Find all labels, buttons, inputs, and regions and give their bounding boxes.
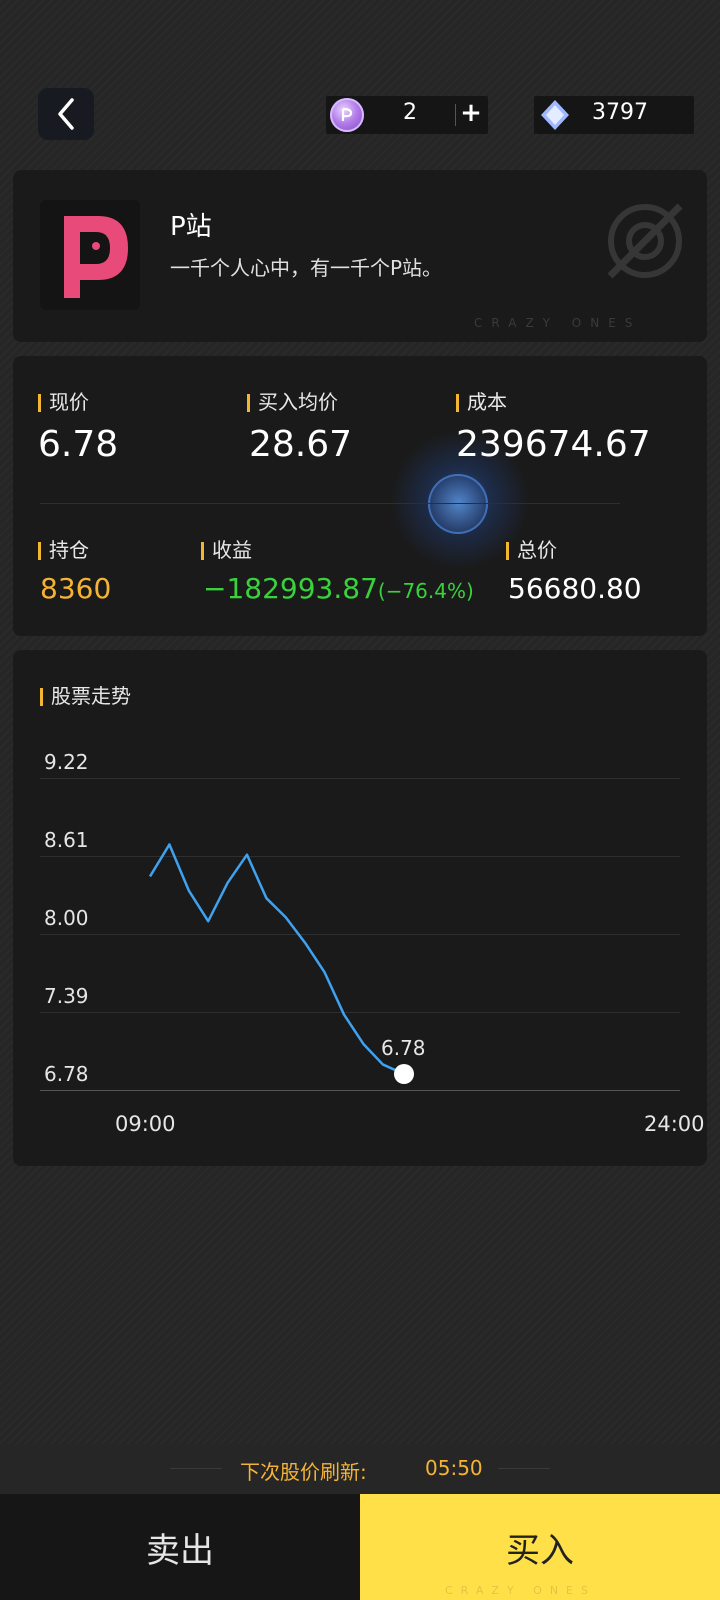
- last-price-label: 6.78: [381, 1036, 426, 1060]
- last-price-point: [394, 1064, 414, 1084]
- buy-watermark: CRAZY ONES: [445, 1584, 596, 1597]
- divider: [170, 1468, 222, 1469]
- buy-button-label: 买入: [506, 1530, 574, 1571]
- divider: [498, 1468, 550, 1469]
- x-tick-label: 09:00: [115, 1112, 176, 1136]
- sell-button[interactable]: 卖出: [0, 1494, 360, 1600]
- price-series-line: [148, 843, 405, 1076]
- x-tick-label: 24:00: [644, 1112, 705, 1136]
- refresh-label: 下次股价刷新:: [240, 1460, 367, 1484]
- price-chart: [148, 843, 414, 1084]
- refresh-timer: 05:50: [425, 1456, 483, 1480]
